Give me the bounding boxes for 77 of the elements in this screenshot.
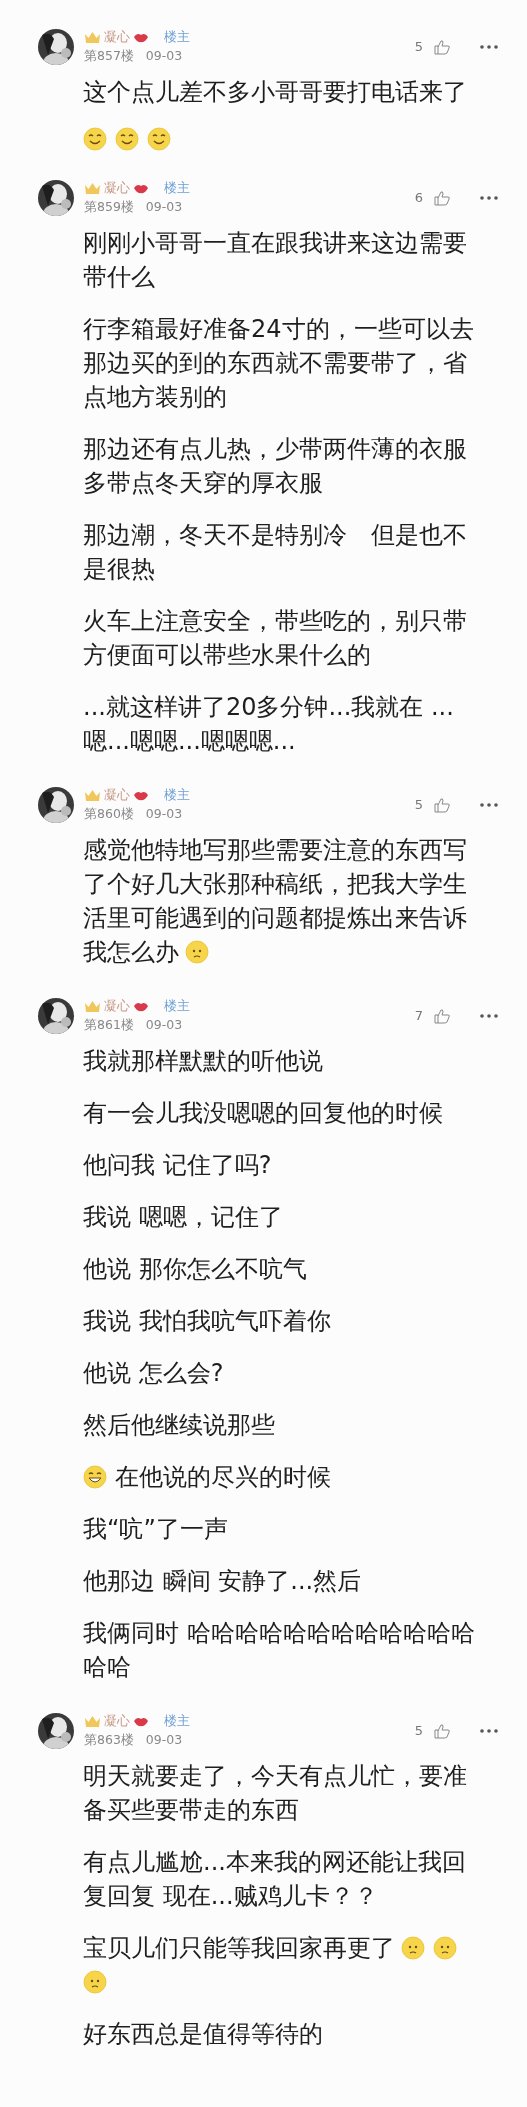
worried-emoji-icon: [433, 1936, 457, 1960]
post-paragraph: 有点儿尴尬...本来我的网还能让我回复回复 现在...贼鸡儿卡？？: [83, 1847, 467, 1912]
like-count: 7: [414, 1008, 423, 1023]
post-date: 09-03: [145, 48, 183, 65]
post-paragraph: 我“吭”了一声: [83, 1514, 229, 1545]
lips-icon: [133, 1715, 149, 1727]
like-count: 6: [414, 190, 423, 205]
more-icon[interactable]: [479, 1012, 499, 1019]
smiley-emoji-icon: [115, 127, 139, 151]
post-paragraph: 我俩同时 哈哈哈哈哈哈哈哈哈哈哈哈哈哈: [83, 1618, 476, 1683]
author-label: 楼主: [164, 179, 190, 197]
like-count: 5: [414, 39, 423, 54]
author-label: 楼主: [164, 786, 190, 804]
post-paragraph: 他说 怎么会?: [83, 1358, 225, 1389]
post-paragraph: 好东西总是值得等待的: [83, 2019, 324, 2050]
worried-emoji-icon: [185, 940, 209, 964]
more-icon[interactable]: [479, 194, 499, 201]
worried-emoji-icon: [401, 1936, 425, 1960]
floor-number: 第861楼: [84, 1017, 134, 1034]
post-paragraph: 我说 嗯嗯，记住了: [83, 1202, 284, 1233]
more-icon[interactable]: [479, 43, 499, 50]
thumb-icon[interactable]: [433, 796, 451, 813]
post-paragraph: 那边潮，冬天不是特别冷 但是也不是很热: [83, 520, 468, 585]
post-paragraph: 在他说的尽兴的时候: [83, 1460, 481, 1494]
thumb-icon[interactable]: [433, 1722, 451, 1739]
post-paragraph: 我说 我怕我吭气吓着你: [83, 1306, 332, 1337]
like-count: 5: [414, 1723, 423, 1738]
thumb-icon[interactable]: [433, 1007, 451, 1024]
floor-number: 第863楼: [84, 1732, 134, 1749]
post-paragraph: 他那边 瞬间 安静了...然后: [83, 1566, 363, 1597]
crown-icon: [84, 788, 101, 802]
floor-number: 第860楼: [84, 806, 134, 823]
post-paragraph: ...就这样讲了20多分钟...我就在 ...嗯...嗯嗯...嗯嗯嗯...: [83, 692, 455, 757]
grin-emoji-icon: [83, 1465, 107, 1489]
author-label: 楼主: [164, 1712, 190, 1730]
floor-number: 第859楼: [84, 199, 134, 216]
username[interactable]: 凝心: [104, 179, 130, 197]
lips-icon: [133, 31, 149, 43]
post-date: 09-03: [145, 199, 183, 216]
smiley-emoji-icon: [83, 127, 107, 151]
post-paragraph: 他说 那你怎么不吭气: [83, 1254, 308, 1285]
crown-icon: [84, 999, 101, 1013]
post-paragraph: 有一会儿我没嗯嗯的回复他的时候: [83, 1098, 444, 1129]
post-paragraph: 这个点儿差不多小哥哥要打电话来了: [83, 77, 468, 108]
post-paragraph: 行李箱最好准备24寸的，一些可以去那边买的到的东西就不需要带了，省点地方装别的: [83, 314, 475, 413]
thumb-icon[interactable]: [433, 189, 451, 206]
post-paragraph: 明天就要走了，今天有点儿忙，要准备买些要带走的东西: [83, 1761, 468, 1826]
smiley-emoji-icon: [147, 127, 171, 151]
like-count: 5: [414, 797, 423, 812]
thumb-icon[interactable]: [433, 38, 451, 55]
username[interactable]: 凝心: [104, 28, 130, 46]
post-paragraph: 他问我 记住了吗?: [83, 1150, 273, 1181]
lips-icon: [133, 789, 149, 801]
username[interactable]: 凝心: [104, 1712, 130, 1730]
crown-icon: [84, 1714, 101, 1728]
username[interactable]: 凝心: [104, 997, 130, 1015]
post-date: 09-03: [145, 1732, 183, 1749]
more-icon[interactable]: [479, 801, 499, 808]
lips-icon: [133, 182, 149, 194]
author-label: 楼主: [164, 28, 190, 46]
floor-number: 第857楼: [84, 48, 134, 65]
post-paragraph: 刚刚小哥哥一直在跟我讲来这边需要带什么: [83, 228, 468, 293]
crown-icon: [84, 30, 101, 44]
lips-icon: [133, 1000, 149, 1012]
post-paragraph: 然后他继续说那些: [83, 1410, 276, 1441]
author-label: 楼主: [164, 997, 190, 1015]
username[interactable]: 凝心: [104, 786, 130, 804]
post-paragraph: 感觉他特地写那些需要注意的东西写了个好几大张那种稿纸，把我大学生活里可能遇到的问题都提炼出来告诉我怎么办: [83, 835, 468, 968]
post-paragraph: 我就那样默默的听他说: [83, 1046, 324, 1077]
post-date: 09-03: [145, 1017, 183, 1034]
post-paragraph: 火车上注意安全，带些吃的，别只带方便面可以带些水果什么的: [83, 606, 468, 671]
worried-emoji-icon: [83, 1970, 107, 1994]
post-date: 09-03: [145, 806, 183, 823]
crown-icon: [84, 181, 101, 195]
more-icon[interactable]: [479, 1727, 499, 1734]
post-paragraph: 那边还有点儿热，少带两件薄的衣服多带点冬天穿的厚衣服: [83, 434, 468, 499]
post-paragraph: 宝贝儿们只能等我回家再更了: [83, 1931, 481, 1999]
